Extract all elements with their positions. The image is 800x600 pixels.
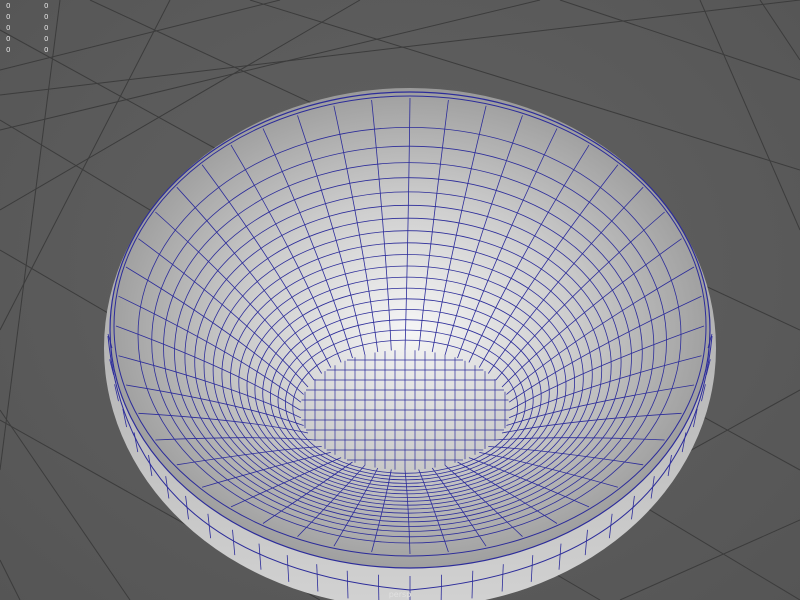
hud-value: 0 bbox=[44, 24, 49, 32]
hud-value: 0 bbox=[44, 13, 49, 21]
camera-name-label: persp bbox=[388, 590, 412, 599]
hud-label: 0 bbox=[6, 13, 11, 21]
grid-line bbox=[759, 0, 800, 61]
grid-line bbox=[559, 0, 800, 81]
hud-value: 0 bbox=[44, 46, 49, 54]
hud-label: 0 bbox=[6, 35, 11, 43]
bowl-mesh[interactable] bbox=[104, 88, 716, 600]
viewport-persp[interactable]: 0 0 0 0 0 0 0 0 0 0 persp bbox=[0, 0, 800, 600]
grid-line bbox=[0, 409, 131, 600]
grid-line bbox=[699, 0, 800, 231]
hud-row: 0 0 bbox=[6, 23, 56, 34]
hud-label: 0 bbox=[6, 2, 11, 10]
hud-row: 0 0 bbox=[6, 1, 56, 12]
scene-canvas[interactable] bbox=[0, 0, 800, 600]
hud-readout: 0 0 0 0 0 0 0 0 0 0 bbox=[6, 1, 56, 56]
grid-line bbox=[0, 0, 61, 471]
hud-value: 0 bbox=[44, 2, 49, 10]
hud-label: 0 bbox=[6, 24, 11, 32]
hud-row: 0 0 bbox=[6, 34, 56, 45]
hud-row: 0 0 bbox=[6, 45, 56, 56]
grid-line bbox=[619, 519, 800, 600]
hud-value: 0 bbox=[44, 35, 49, 43]
hud-label: 0 bbox=[6, 46, 11, 54]
hud-row: 0 0 bbox=[6, 12, 56, 23]
